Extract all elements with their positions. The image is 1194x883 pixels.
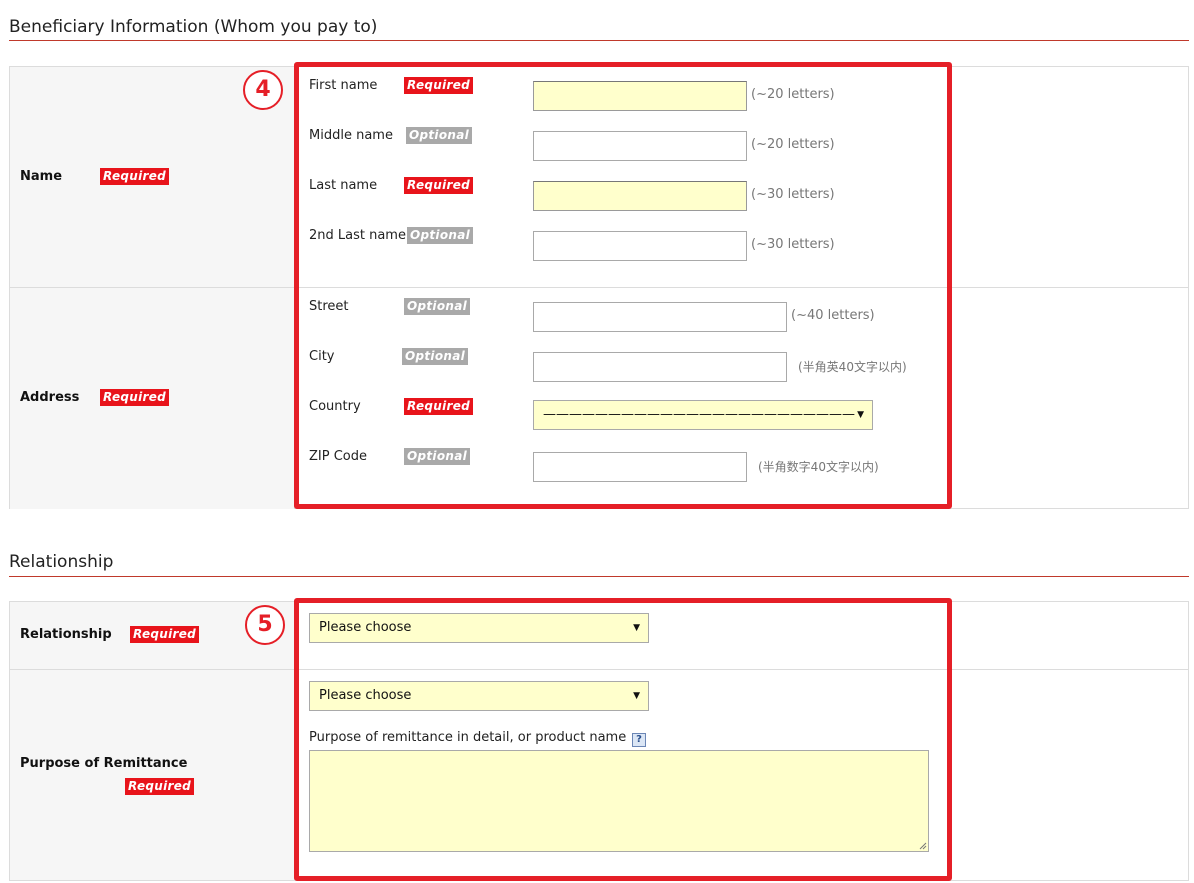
last-name-required-badge: Required	[404, 177, 474, 194]
beneficiary-section-title: Beneficiary Information (Whom you pay to…	[9, 17, 378, 37]
country-select[interactable]: ———————————————————————— ▼	[533, 400, 873, 430]
purpose-detail-label: Purpose of remittance in detail, or prod…	[309, 730, 627, 745]
callout-4: 4	[243, 70, 283, 110]
name-row: Name Required First name Required (~20 l…	[10, 67, 1188, 288]
help-icon[interactable]: ?	[632, 733, 646, 747]
relationship-table: Relationship Required Please choose ▼ Pu…	[9, 601, 1189, 881]
relationship-section-title: Relationship	[9, 552, 114, 572]
zip-code-input[interactable]	[533, 452, 747, 482]
first-name-input[interactable]	[533, 81, 747, 111]
relationship-select-value: Please choose	[319, 620, 412, 635]
beneficiary-section-rule	[9, 40, 1189, 41]
name-row-label: Name	[20, 169, 63, 184]
purpose-required-badge: Required	[125, 778, 195, 795]
purpose-row-label: Purpose of Remittance	[20, 756, 188, 771]
address-required-badge: Required	[100, 389, 170, 406]
relationship-select[interactable]: Please choose ▼	[309, 613, 649, 643]
chevron-down-icon: ▼	[633, 691, 640, 701]
country-select-value: ————————————————————————	[543, 407, 855, 422]
relationship-section-rule	[9, 576, 1189, 577]
chevron-down-icon: ▼	[633, 623, 640, 633]
zip-code-label: ZIP Code	[309, 449, 367, 464]
second-last-name-optional-badge: Optional	[407, 227, 474, 244]
last-name-input[interactable]	[533, 181, 747, 211]
relationship-row-label: Relationship	[20, 627, 112, 642]
street-hint: (~40 letters)	[791, 308, 875, 323]
beneficiary-table: Name Required First name Required (~20 l…	[9, 66, 1189, 509]
street-optional-badge: Optional	[404, 298, 471, 315]
callout-5: 5	[245, 605, 285, 645]
first-name-hint: (~20 letters)	[751, 87, 835, 102]
zip-code-hint: (半角数字40文字以内)	[758, 460, 879, 474]
middle-name-label: Middle name	[309, 128, 393, 143]
middle-name-optional-badge: Optional	[406, 127, 473, 144]
street-input[interactable]	[533, 302, 787, 332]
street-label: Street	[309, 299, 349, 314]
address-row-label: Address	[20, 390, 80, 405]
purpose-detail-textarea[interactable]	[309, 750, 929, 852]
city-optional-badge: Optional	[402, 348, 469, 365]
last-name-label: Last name	[309, 178, 378, 193]
country-label: Country	[309, 399, 361, 414]
relationship-row: Relationship Required Please choose ▼	[10, 602, 1188, 670]
zip-code-optional-badge: Optional	[404, 448, 471, 465]
address-row-label-cell: Address Required	[10, 288, 295, 509]
last-name-hint: (~30 letters)	[751, 187, 835, 202]
resize-handle-icon[interactable]	[919, 842, 927, 850]
city-input[interactable]	[533, 352, 787, 382]
middle-name-input[interactable]	[533, 131, 747, 161]
second-last-name-hint: (~30 letters)	[751, 237, 835, 252]
chevron-down-icon: ▼	[857, 410, 864, 420]
purpose-row: Purpose of Remittance Required Please ch…	[10, 670, 1188, 880]
first-name-label: First name	[309, 78, 378, 93]
purpose-select-value: Please choose	[319, 688, 412, 703]
second-last-name-label: 2nd Last name	[309, 228, 406, 243]
purpose-row-label-cell: Purpose of Remittance Required	[10, 670, 295, 880]
city-hint: (半角英40文字以内)	[798, 360, 907, 374]
relationship-required-badge: Required	[130, 626, 200, 643]
first-name-required-badge: Required	[404, 77, 474, 94]
middle-name-hint: (~20 letters)	[751, 137, 835, 152]
city-label: City	[309, 349, 335, 364]
purpose-select[interactable]: Please choose ▼	[309, 681, 649, 711]
address-row: Address Required Street Optional (~40 le…	[10, 288, 1188, 509]
second-last-name-input[interactable]	[533, 231, 747, 261]
country-required-badge: Required	[404, 398, 474, 415]
name-required-badge: Required	[100, 168, 170, 185]
